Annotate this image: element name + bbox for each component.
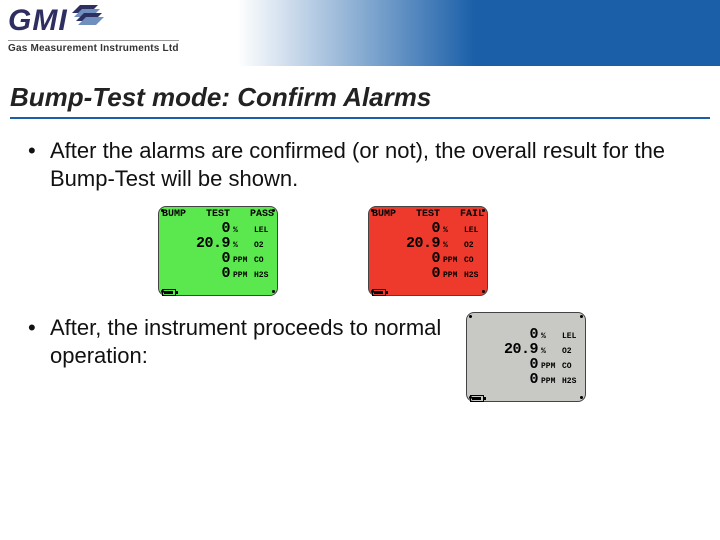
reading-value: 20.9 (498, 342, 538, 357)
bullet-dot: • (28, 314, 50, 369)
reading-value: 0 (498, 372, 538, 387)
bullet-1: • After the alarms are confirmed (or not… (28, 137, 692, 192)
screen-header (467, 313, 585, 327)
reading-row: 0 % LEL (162, 221, 274, 236)
reading-unit: PPM (233, 253, 251, 268)
bullet-2: • After, the instrument proceeds to norm… (28, 314, 448, 369)
reading-row: 0 PPM H2S (372, 266, 484, 281)
reading-gas: H2S (464, 268, 484, 283)
logo-subtitle: Gas Measurement Instruments Ltd (8, 40, 179, 54)
screen-footer (467, 389, 585, 401)
reading-unit: % (233, 223, 251, 238)
reading-unit: % (233, 238, 251, 253)
page-title: Bump-Test mode: Confirm Alarms (10, 82, 710, 119)
reading-value: 0 (400, 251, 440, 266)
reading-unit: % (443, 238, 461, 253)
reading-row: 0 PPM H2S (162, 266, 274, 281)
device-screen-fail: BUMP TEST FAIL 0 % LEL 20.9 % O2 0 PPM (368, 206, 488, 296)
reading-row: 0 PPM CO (162, 251, 274, 266)
reading-unit: % (443, 223, 461, 238)
reading-value: 0 (190, 251, 230, 266)
reading-row: 0 % LEL (470, 327, 582, 342)
logo: GMI Gas Measurement Instruments Ltd (8, 4, 179, 54)
header-banner: GMI Gas Measurement Instruments Ltd (0, 0, 720, 66)
reading-unit: PPM (541, 374, 559, 389)
reading-unit: PPM (233, 268, 251, 283)
reading-value: 0 (400, 221, 440, 236)
header-word: PASS (250, 209, 274, 221)
reading-row: 20.9 % O2 (470, 342, 582, 357)
bullet-dot: • (28, 137, 50, 192)
reading-row: 0 PPM CO (372, 251, 484, 266)
slide-content: • After the alarms are confirmed (or not… (0, 119, 720, 402)
reading-gas: CO (464, 253, 484, 268)
battery-icon (372, 289, 386, 296)
reading-unit: % (541, 329, 559, 344)
logo-icon (72, 5, 108, 38)
reading-row: 20.9 % O2 (162, 236, 274, 251)
header-word: BUMP (162, 209, 186, 221)
reading-gas: CO (254, 253, 274, 268)
device-screen-normal: 0 % LEL 20.9 % O2 0 PPM CO 0 PPM H2S (466, 312, 586, 402)
logo-text: GMI (8, 4, 68, 38)
header-word: FAIL (460, 209, 484, 221)
device-screen-pass: BUMP TEST PASS 0 % LEL 20.9 % O2 0 PPM (158, 206, 278, 296)
reading-value: 20.9 (400, 236, 440, 251)
reading-unit: PPM (443, 253, 461, 268)
reading-gas: LEL (562, 329, 582, 344)
reading-unit: PPM (443, 268, 461, 283)
reading-value: 0 (190, 266, 230, 281)
battery-icon (470, 395, 484, 402)
reading-gas: LEL (464, 223, 484, 238)
reading-unit: PPM (541, 359, 559, 374)
reading-gas: H2S (254, 268, 274, 283)
reading-gas: LEL (254, 223, 274, 238)
reading-row: 0 % LEL (372, 221, 484, 236)
reading-unit: % (541, 344, 559, 359)
screen-footer (369, 283, 487, 295)
reading-value: 0 (498, 357, 538, 372)
reading-row: 0 PPM CO (470, 357, 582, 372)
reading-gas: O2 (562, 344, 582, 359)
reading-gas: CO (562, 359, 582, 374)
reading-value: 0 (400, 266, 440, 281)
reading-value: 0 (498, 327, 538, 342)
reading-value: 20.9 (190, 236, 230, 251)
bullet-text: After, the instrument proceeds to normal… (50, 314, 448, 369)
screen-footer (159, 283, 277, 295)
header-word: BUMP (372, 209, 396, 221)
reading-row: 0 PPM H2S (470, 372, 582, 387)
reading-value: 0 (190, 221, 230, 236)
screen-header: BUMP TEST FAIL (369, 207, 487, 221)
bullet-text: After the alarms are confirmed (or not),… (50, 137, 692, 192)
battery-icon (162, 289, 176, 296)
reading-gas: O2 (254, 238, 274, 253)
reading-row: 20.9 % O2 (372, 236, 484, 251)
reading-gas: H2S (562, 374, 582, 389)
reading-gas: O2 (464, 238, 484, 253)
screen-header: BUMP TEST PASS (159, 207, 277, 221)
result-screens-row: BUMP TEST PASS 0 % LEL 20.9 % O2 0 PPM (158, 206, 692, 296)
